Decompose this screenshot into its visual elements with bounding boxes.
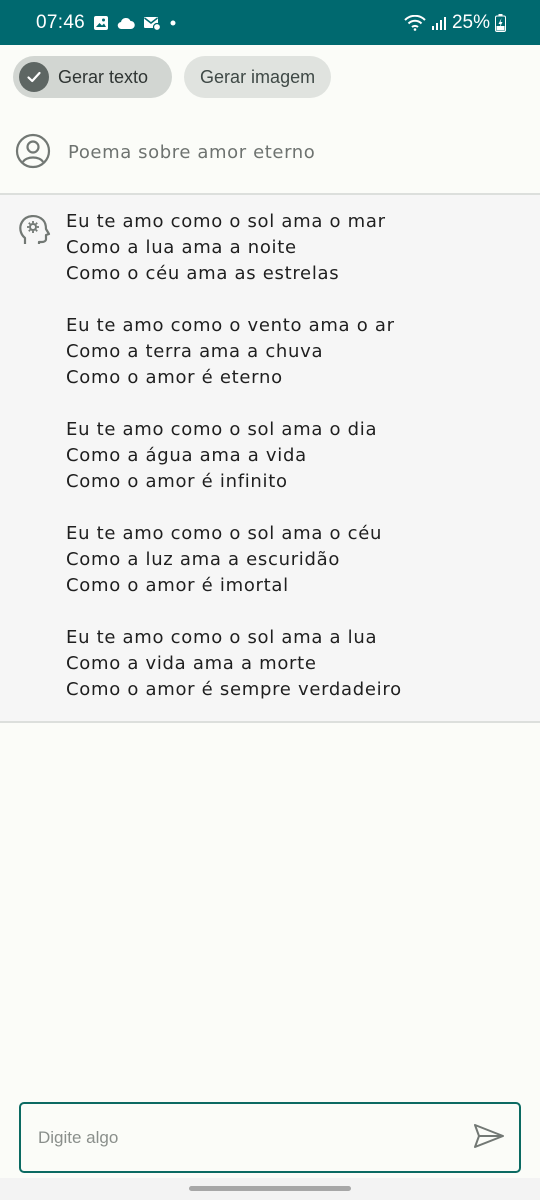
send-button[interactable]	[459, 1108, 519, 1168]
divider	[0, 721, 540, 723]
poem-line: Eu te amo como o sol ama o céu	[66, 523, 383, 544]
chip-generate-text[interactable]: Gerar texto	[13, 56, 173, 98]
poem-line: Como o amor é sempre verdadeiro	[66, 679, 402, 700]
poem-line: Como a luz ama a escuridão	[66, 549, 341, 570]
status-time: 07:46	[36, 11, 86, 33]
home-indicator[interactable]	[189, 1186, 351, 1191]
poem-line: Como a vida ama a morte	[66, 653, 317, 674]
gallery-icon	[93, 15, 109, 31]
chip-label: Gerar texto	[58, 66, 149, 87]
status-right: 25%	[404, 12, 506, 34]
wifi-icon	[404, 14, 426, 31]
navigation-bar	[0, 1178, 540, 1200]
status-bar: 07:46 25%	[0, 0, 540, 45]
poem-stanza: Eu te amo como o sol ama o mar Como a lu…	[66, 209, 402, 287]
user-circle-icon	[15, 133, 51, 173]
poem-stanza: Eu te amo como o sol ama o dia Como a ág…	[66, 417, 402, 495]
poem-line: Como a terra ama a chuva	[66, 341, 324, 362]
message-input[interactable]	[36, 1126, 459, 1149]
cloud-icon	[117, 16, 135, 30]
user-prompt-row: Poema sobre amor eterno	[0, 112, 540, 193]
poem-stanza: Eu te amo como o sol ama a lua Como a vi…	[66, 625, 402, 703]
chip-generate-image[interactable]: Gerar imagem	[184, 56, 332, 98]
signal-icon	[431, 15, 447, 31]
notification-dot-icon	[169, 19, 177, 27]
mode-chips: Gerar texto Gerar imagem	[13, 56, 332, 98]
poem-line: Eu te amo como o sol ama o mar	[66, 211, 386, 232]
status-left: 07:46	[36, 12, 177, 34]
user-prompt-text: Poema sobre amor eterno	[68, 142, 316, 163]
poem-line: Como o amor é eterno	[66, 367, 283, 388]
ai-response: Eu te amo como o sol ama o mar Como a lu…	[0, 195, 540, 721]
send-icon	[473, 1123, 505, 1153]
message-input-box	[19, 1102, 521, 1173]
poem-line: Eu te amo como o vento ama o ar	[66, 315, 395, 336]
poem-line: Como o amor é imortal	[66, 575, 289, 596]
poem-text: Eu te amo como o sol ama o mar Como a lu…	[66, 209, 402, 729]
poem-line: Como o amor é infinito	[66, 471, 288, 492]
poem-line: Eu te amo como o sol ama o dia	[66, 419, 378, 440]
battery-charging-icon	[495, 13, 506, 32]
poem-line: Como o céu ama as estrelas	[66, 263, 340, 284]
mail-settings-icon	[143, 15, 162, 31]
poem-line: Como a lua ama a noite	[66, 237, 297, 258]
poem-line: Eu te amo como o sol ama a lua	[66, 627, 378, 648]
poem-stanza: Eu te amo como o sol ama o céu Como a lu…	[66, 521, 402, 599]
check-icon	[19, 62, 49, 92]
ai-head-gear-icon	[15, 212, 51, 252]
chip-label: Gerar imagem	[200, 66, 316, 87]
poem-line: Como a água ama a vida	[66, 445, 307, 466]
poem-stanza: Eu te amo como o vento ama o ar Como a t…	[66, 313, 402, 391]
battery-percent: 25%	[451, 11, 490, 33]
